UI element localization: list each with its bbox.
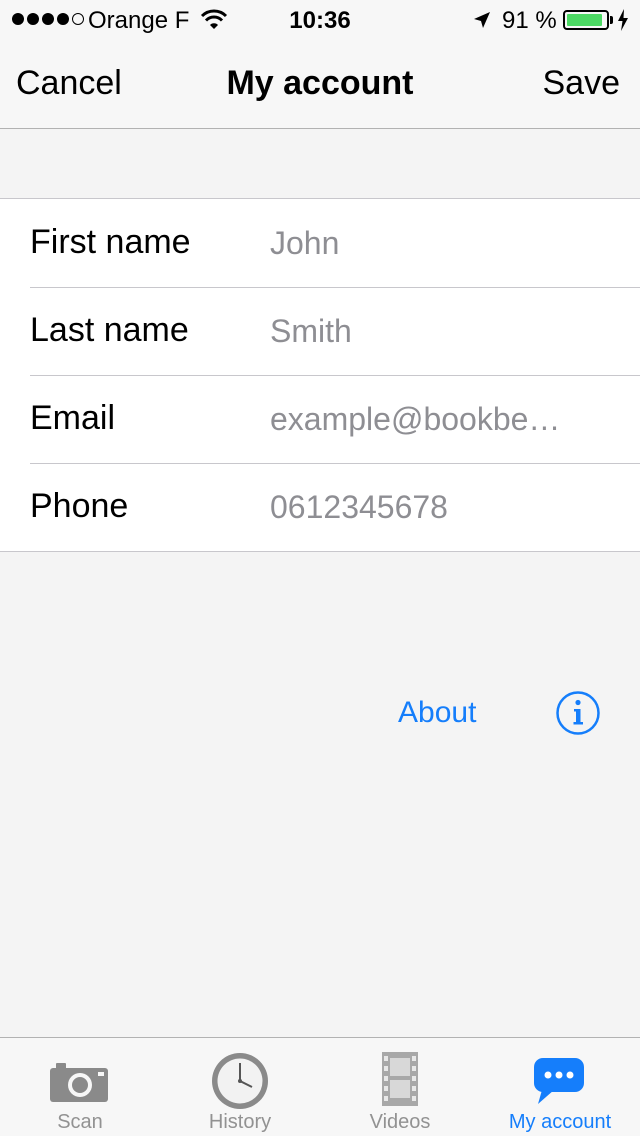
- last-name-input[interactable]: [270, 305, 590, 357]
- screen: Orange F 10:36 91 % Cancel My account Sa…: [0, 0, 640, 1136]
- status-bar: Orange F 10:36 91 %: [0, 0, 640, 40]
- tab-history-label: History: [208, 1111, 272, 1133]
- navigation-bar: Cancel My account Save: [0, 40, 640, 129]
- tab-my-account[interactable]: My account: [480, 1038, 640, 1136]
- phone-row: Phone: [0, 463, 640, 551]
- wifi-icon: [200, 9, 228, 29]
- save-button[interactable]: Save: [543, 64, 621, 103]
- battery-level-fill: [567, 14, 602, 26]
- chat-bubble-icon: [534, 1058, 584, 1104]
- tab-scan-label: Scan: [57, 1111, 103, 1133]
- account-form: First name Last name Email Phone: [0, 198, 640, 552]
- carrier-name: Orange F: [88, 7, 190, 34]
- first-name-row: First name: [0, 199, 640, 287]
- tab-videos[interactable]: Videos: [320, 1038, 480, 1136]
- tab-my-account-label: My account: [508, 1111, 612, 1133]
- info-circle-icon[interactable]: [555, 690, 601, 736]
- email-label: Email: [30, 399, 116, 437]
- signal-strength-icon: [12, 13, 84, 25]
- email-row: Email: [0, 375, 640, 463]
- email-input[interactable]: [270, 393, 590, 445]
- first-name-input[interactable]: [270, 217, 590, 269]
- clock-icon: [212, 1053, 268, 1109]
- tab-videos-label: Videos: [369, 1111, 431, 1133]
- charging-bolt-icon: [618, 9, 628, 31]
- last-name-label: Last name: [30, 311, 189, 349]
- last-name-row: Last name: [0, 287, 640, 375]
- phone-label: Phone: [30, 487, 129, 525]
- cancel-button[interactable]: Cancel: [16, 64, 122, 103]
- tab-scan[interactable]: Scan: [0, 1038, 160, 1136]
- tab-history[interactable]: History: [160, 1038, 320, 1136]
- about-link[interactable]: About: [398, 696, 476, 730]
- phone-input[interactable]: [270, 481, 590, 533]
- battery-percent: 91 %: [502, 7, 557, 34]
- film-icon: [382, 1052, 418, 1106]
- battery-icon: [563, 10, 609, 30]
- first-name-label: First name: [30, 223, 191, 261]
- camera-icon: [50, 1063, 108, 1102]
- location-arrow-icon: [474, 12, 490, 28]
- tab-bar: Scan History Videos My account: [0, 1037, 640, 1136]
- battery-tip: [610, 16, 613, 24]
